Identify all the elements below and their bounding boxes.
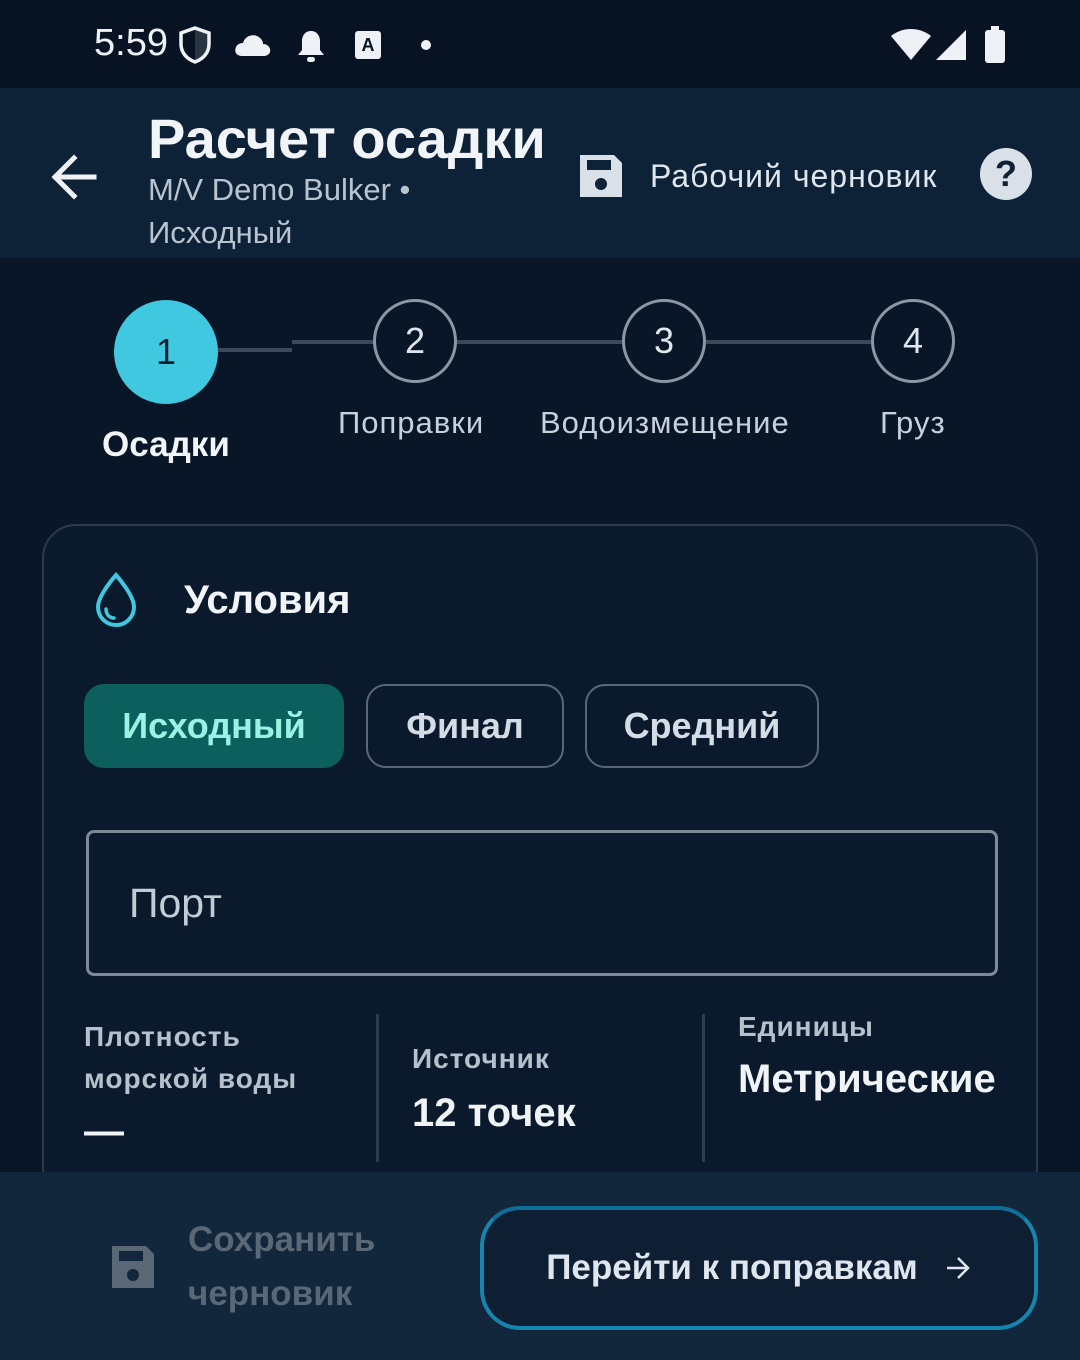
dot-icon [421, 40, 431, 50]
units-label: Единицы [738, 1011, 874, 1042]
page-subtitle: M/V Demo Bulker • Исходный [148, 172, 411, 250]
units-value: Метрические [738, 1057, 996, 1101]
density-value: — [84, 1109, 124, 1153]
bottom-bar: Сохранить черновик Перейти к поправкам [0, 1172, 1080, 1360]
port-input[interactable] [86, 830, 998, 976]
arrow-left-icon [51, 154, 97, 200]
page-title: Расчет осадки [148, 107, 546, 170]
info-divider [702, 1014, 705, 1162]
chip-final[interactable]: Финал [366, 684, 564, 768]
card-title: Условия [184, 577, 351, 622]
step-connector [218, 348, 292, 352]
status-bar: 5:59 A [0, 0, 1080, 88]
save-draft-button[interactable]: Сохранить черновик [108, 1212, 408, 1322]
step-1-label[interactable]: Осадки [102, 424, 230, 466]
help-button[interactable]: ? [978, 146, 1034, 202]
screen: 5:59 A Расчет осадки M/V Demo Bulker • И… [0, 0, 1080, 1360]
stepper: 1 2 3 4 Осадки Поправки Водоизмещение Гр… [0, 258, 1080, 518]
density-label: Плотность морской воды [84, 1021, 298, 1094]
save-icon [112, 1246, 154, 1288]
status-time: 5:59 [94, 22, 168, 64]
step-1-circle[interactable]: 1 [114, 300, 218, 404]
step-connector [456, 340, 624, 344]
save-icon [580, 155, 622, 197]
bell-icon [298, 31, 324, 62]
help-icon: ? [980, 148, 1032, 200]
svg-text:A: A [362, 35, 375, 55]
step-3-circle[interactable]: 3 [622, 299, 706, 383]
step-3-label[interactable]: Водоизмещение [540, 402, 790, 444]
app-bar: Расчет осадки M/V Demo Bulker • Исходный… [0, 88, 1080, 258]
step-connector [706, 340, 872, 344]
arrow-right-icon [946, 1257, 970, 1279]
step-2-circle[interactable]: 2 [373, 299, 457, 383]
conditions-card: Условия Исходный Финал Средний Плотность… [42, 524, 1038, 1284]
back-button[interactable] [40, 142, 110, 212]
keyboard-a-icon: A [355, 31, 381, 59]
step-connector [292, 340, 374, 344]
draft-status: Рабочий черновик [576, 148, 937, 204]
cloud-icon [235, 35, 271, 56]
source-label: Источник [412, 1043, 550, 1074]
svg-text:?: ? [995, 153, 1017, 194]
chip-initial[interactable]: Исходный [84, 684, 344, 768]
step-4-label[interactable]: Груз [880, 402, 946, 444]
water-drop-icon [95, 572, 137, 628]
signal-icon [936, 30, 966, 60]
shield-icon [179, 26, 211, 64]
info-divider [376, 1014, 379, 1162]
wifi-icon [891, 29, 931, 60]
battery-icon [985, 26, 1005, 63]
chip-middle[interactable]: Средний [585, 684, 819, 768]
source-value: 12 точек [412, 1091, 576, 1135]
next-button-label: Перейти к поправкам [546, 1248, 918, 1287]
save-draft-label: Сохранить черновик [188, 1220, 376, 1313]
step-4-circle[interactable]: 4 [871, 299, 955, 383]
card-header: Условия [92, 568, 350, 632]
draft-status-label: Рабочий черновик [650, 157, 938, 194]
step-2-label[interactable]: Поправки [338, 402, 484, 444]
next-to-corrections-button[interactable]: Перейти к поправкам [480, 1206, 1038, 1330]
